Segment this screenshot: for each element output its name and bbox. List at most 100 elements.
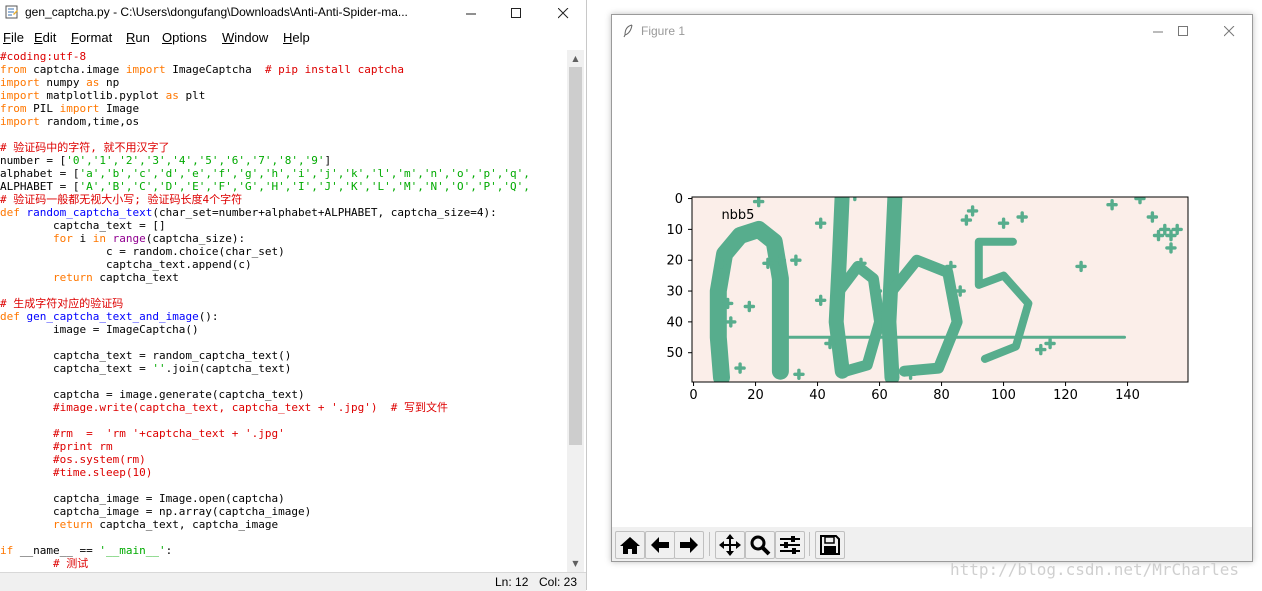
editor-titlebar[interactable]: gen_captcha.py - C:\Users\dongufang\Down…: [0, 0, 586, 26]
code-token: import: [0, 89, 40, 102]
code-token: '__main__': [99, 544, 166, 557]
code-line[interactable]: captcha_image = Image.open(captcha): [0, 492, 567, 505]
code-line[interactable]: from PIL import Image: [0, 102, 567, 115]
code-line[interactable]: [0, 531, 567, 544]
code-line[interactable]: from captcha.image import ImageCaptcha #…: [0, 63, 567, 76]
code-line[interactable]: [0, 128, 567, 141]
code-line[interactable]: alphabet = ['a','b','c','d','e','f','g',…: [0, 167, 567, 180]
zoom-button[interactable]: [745, 531, 775, 559]
code-line[interactable]: c = random.choice(char_set): [0, 245, 567, 258]
code-line[interactable]: captcha_text = random_captcha_text(): [0, 349, 567, 362]
code-line[interactable]: # 测试: [0, 557, 567, 570]
code-line[interactable]: return captcha_text, captcha_image: [0, 518, 567, 531]
code-token: random,time,os: [39, 115, 140, 128]
code-line[interactable]: for i in range(captcha_size):: [0, 232, 567, 245]
scroll-down-icon[interactable]: ▼: [567, 555, 584, 572]
code-token: 'a','b','c','d','e','f','g','h','i','j',…: [79, 167, 530, 180]
code-line[interactable]: #image.write(captcha_text, captcha_text …: [0, 401, 567, 414]
code-line[interactable]: [0, 336, 567, 349]
navigation-toolbar: [612, 527, 1252, 561]
figure-canvas[interactable]: 0 20 40 60 80 100 120 140 0 10 20 30 40 50 nbb5: [612, 47, 1252, 527]
menu-run[interactable]: Run: [126, 30, 150, 45]
code-token: (char_set=number+alphabet+ALPHABET, capt…: [152, 206, 497, 219]
status-line: Ln: 12: [495, 575, 529, 589]
code-line[interactable]: # 验证码一般都无视大小写; 验证码长度4个字符: [0, 193, 567, 206]
code-token: captcha.image: [26, 63, 126, 76]
code-token: :: [165, 544, 173, 557]
menu-edit[interactable]: Edit: [34, 30, 56, 45]
code-line[interactable]: image = ImageCaptcha(): [0, 323, 567, 336]
configure-subplots-button[interactable]: [775, 531, 805, 559]
code-line[interactable]: captcha_image = np.array(captcha_image): [0, 505, 567, 518]
code-line[interactable]: captcha_text.append(c): [0, 258, 567, 271]
code-line[interactable]: import random,time,os: [0, 115, 567, 128]
menu-help[interactable]: Help: [283, 30, 310, 45]
code-line[interactable]: import matplotlib.pyplot as plt: [0, 89, 567, 102]
code-token: alphabet = [: [0, 167, 80, 180]
save-button[interactable]: [815, 531, 845, 559]
pan-icon: [719, 534, 741, 556]
scrollbar-thumb[interactable]: [569, 67, 582, 445]
code-token: captcha_text = []: [0, 219, 166, 232]
menu-file[interactable]: File: [3, 30, 24, 45]
scroll-up-icon[interactable]: ▲: [567, 50, 584, 67]
close-icon: [557, 7, 568, 18]
figure-titlebar[interactable]: Figure 1: [612, 15, 1252, 47]
code-token: captcha_image = Image.open(captcha): [0, 492, 285, 505]
code-line[interactable]: #rm = 'rm '+captcha_text + '.jpg': [0, 427, 567, 440]
pan-button[interactable]: [715, 531, 745, 559]
code-line[interactable]: captcha = image.generate(captcha_text): [0, 388, 567, 401]
minimize-icon: [465, 13, 476, 14]
code-token: ImageCaptcha: [165, 63, 265, 76]
code-line[interactable]: def random_captcha_text(char_set=number+…: [0, 206, 567, 219]
code-line[interactable]: def gen_captcha_text_and_image():: [0, 310, 567, 323]
code-line[interactable]: # 生成字符对应的验证码: [0, 297, 567, 310]
forward-button[interactable]: [674, 531, 704, 559]
x-tick-label: 80: [933, 388, 950, 403]
maximize-button[interactable]: [493, 0, 539, 26]
menu-format[interactable]: Format: [71, 30, 112, 45]
code-line[interactable]: captcha_text = ''.join(captcha_text): [0, 362, 567, 375]
home-button[interactable]: [615, 531, 645, 559]
code-token: #coding:utf-8: [0, 50, 87, 63]
figure-close-button[interactable]: [1206, 15, 1252, 47]
code-editor[interactable]: #coding:utf-8 from captcha.image import I…: [0, 50, 567, 572]
idle-editor-window: gen_captcha.py - C:\Users\dongufang\Down…: [0, 0, 587, 591]
code-line[interactable]: [0, 284, 567, 297]
code-line[interactable]: [0, 375, 567, 388]
back-button[interactable]: [645, 531, 675, 559]
code-token: for: [52, 232, 73, 245]
figure-maximize-button[interactable]: [1160, 15, 1206, 47]
code-line[interactable]: import numpy as np: [0, 76, 567, 89]
code-token: numpy: [39, 76, 87, 89]
code-line[interactable]: return captcha_text: [0, 271, 567, 284]
close-button[interactable]: [540, 0, 586, 26]
menu-options[interactable]: Options: [162, 30, 207, 45]
code-line[interactable]: #os.system(rm): [0, 453, 567, 466]
vertical-scrollbar[interactable]: ▲ ▼: [567, 50, 584, 572]
code-token: if: [0, 544, 14, 557]
menu-window[interactable]: Window: [222, 30, 268, 45]
code-token: #image.write(captcha_text, captcha_text …: [52, 401, 448, 414]
code-token: plt: [178, 89, 206, 102]
code-line[interactable]: # 验证码中的字符, 就不用汉字了: [0, 141, 567, 154]
code-line[interactable]: ALPHABET = ['A','B','C','D','E','F','G',…: [0, 180, 567, 193]
code-token: #time.sleep(10): [52, 466, 153, 479]
code-token: def: [0, 206, 20, 219]
minimize-button[interactable]: [448, 0, 494, 26]
code-token: random_captcha_text: [26, 206, 153, 219]
code-line[interactable]: #time.sleep(10): [0, 466, 567, 479]
code-line[interactable]: #coding:utf-8: [0, 50, 567, 63]
code-token: import: [0, 76, 40, 89]
code-line[interactable]: [0, 479, 567, 492]
code-line[interactable]: captcha_text = []: [0, 219, 567, 232]
code-line[interactable]: [0, 414, 567, 427]
code-line[interactable]: #print rm: [0, 440, 567, 453]
code-line[interactable]: number = ['0','1','2','3','4','5','6','7…: [0, 154, 567, 167]
code-line[interactable]: if __name__ == '__main__':: [0, 544, 567, 557]
figure-title: Figure 1: [641, 24, 686, 38]
code-token: (captcha_size):: [145, 232, 246, 245]
